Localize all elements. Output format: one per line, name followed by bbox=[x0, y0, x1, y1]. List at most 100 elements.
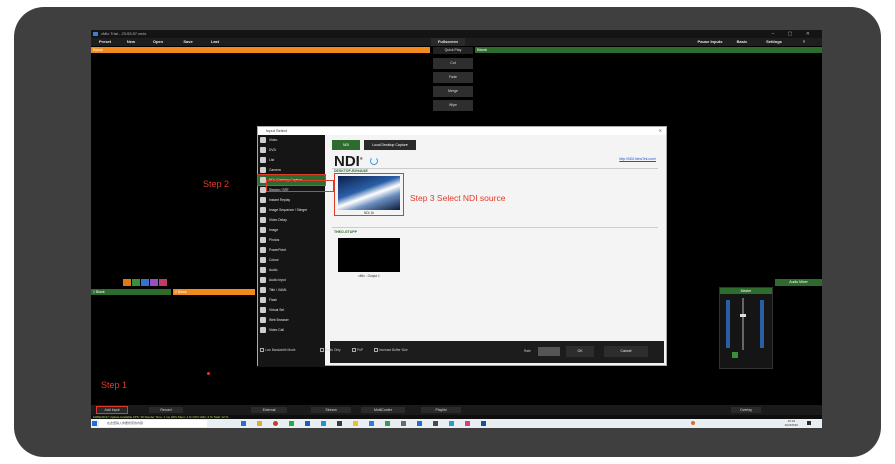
add-input-button[interactable]: Add Input bbox=[96, 406, 128, 414]
input-type-video-call[interactable]: Video Call bbox=[258, 325, 325, 335]
master-audio-channel: Master bbox=[719, 287, 773, 369]
menu-fullscreen[interactable]: Fullscreen bbox=[431, 38, 465, 46]
input-type-photos[interactable]: Photos bbox=[258, 235, 325, 245]
input-type-instant-replay[interactable]: Instant Replay bbox=[258, 195, 325, 205]
taskbar-app-icon[interactable] bbox=[433, 421, 438, 426]
menu-save[interactable]: Save bbox=[177, 38, 199, 46]
taskbar-app-icon[interactable] bbox=[385, 421, 390, 426]
ndi-source-thumbnail-2[interactable] bbox=[338, 238, 400, 272]
menu-last[interactable]: Last bbox=[205, 38, 225, 46]
stream-button[interactable]: Stream bbox=[311, 407, 351, 413]
input-type-icon bbox=[260, 277, 266, 283]
input-type-icon bbox=[260, 237, 266, 243]
checkbox-box bbox=[352, 348, 356, 353]
menu-pause-inputs[interactable]: Pause Inputs bbox=[693, 38, 727, 46]
input-type-icon bbox=[260, 327, 266, 333]
input-type-label: Video Delay bbox=[269, 218, 287, 222]
taskbar-app-icon[interactable] bbox=[417, 421, 422, 426]
input-type-title-xaml[interactable]: Title / XAML bbox=[258, 285, 325, 295]
input-type-colour[interactable]: Colour bbox=[258, 255, 325, 265]
input-type-video-delay[interactable]: Video Delay bbox=[258, 215, 325, 225]
input-type-virtual-set[interactable]: Virtual Set bbox=[258, 305, 325, 315]
playlist-button[interactable]: Playlist bbox=[421, 407, 461, 413]
taskbar-search-input[interactable]: 在这里输入你要搜索的内容 bbox=[99, 420, 207, 427]
dialog-title: Input Select bbox=[266, 128, 288, 133]
tab-ndi[interactable]: NDI bbox=[332, 140, 360, 150]
input-type-icon bbox=[260, 207, 266, 213]
taskbar-app-icon[interactable] bbox=[305, 421, 310, 426]
menu-bar: Preset New Open Save Last Fullscreen Pau… bbox=[91, 38, 822, 46]
divider bbox=[332, 168, 658, 169]
increase-buffer-checkbox[interactable]: Increase Buffer Size bbox=[374, 348, 408, 353]
input-type-web-browser[interactable]: Web Browser bbox=[258, 315, 325, 325]
taskbar-app-icon[interactable] bbox=[289, 421, 294, 426]
input-type-image-sequence-stinger[interactable]: Image Sequence / Stinger bbox=[258, 205, 325, 215]
quick-play-button[interactable]: Quick Play bbox=[433, 47, 473, 54]
input-type-list[interactable]: List bbox=[258, 155, 325, 165]
input-type-audio-input[interactable]: Audio Input bbox=[258, 275, 325, 285]
taskbar-app-icon[interactable] bbox=[369, 421, 374, 426]
taskbar-app-icon[interactable] bbox=[257, 421, 262, 426]
input-1-header[interactable]: 1 Blank bbox=[91, 289, 171, 295]
input-type-icon bbox=[260, 287, 266, 293]
fade-button[interactable]: Fade bbox=[433, 72, 473, 83]
cut-button[interactable]: Cut bbox=[433, 58, 473, 69]
taskbar-app-icon[interactable] bbox=[465, 421, 470, 426]
taskbar-app-icon[interactable] bbox=[353, 421, 358, 426]
menu-settings[interactable]: Settings bbox=[759, 38, 789, 46]
taskbar-app-icon[interactable] bbox=[321, 421, 326, 426]
color-swatch-blue[interactable] bbox=[141, 279, 149, 286]
input-type-label: Video Call bbox=[269, 328, 284, 332]
taskbar-app-icon[interactable] bbox=[241, 421, 246, 426]
input-type-dvd[interactable]: DVD bbox=[258, 145, 325, 155]
menu-help[interactable]: ? bbox=[799, 38, 809, 46]
window-controls[interactable]: – ▢ ✕ bbox=[772, 30, 816, 38]
external-button[interactable]: External bbox=[251, 407, 287, 413]
notification-icon[interactable] bbox=[807, 421, 811, 425]
taskbar-app-icon[interactable] bbox=[273, 421, 278, 426]
preview-header: Blank bbox=[91, 47, 430, 53]
color-swatch-pink[interactable] bbox=[159, 279, 167, 286]
ok-button[interactable]: OK bbox=[566, 346, 594, 357]
input-type-camera[interactable]: Camera bbox=[258, 165, 325, 175]
taskbar-app-icon[interactable] bbox=[337, 421, 342, 426]
rate-select[interactable] bbox=[538, 347, 560, 356]
input-type-label: Colour bbox=[269, 258, 279, 262]
dialog-close-icon[interactable]: ✕ bbox=[659, 127, 662, 135]
input-2-header[interactable]: 2 Blank bbox=[173, 289, 255, 295]
input-type-icon bbox=[260, 247, 266, 253]
low-bandwidth-checkbox[interactable]: Low Bandwidth Mode bbox=[260, 348, 295, 353]
merge-button[interactable]: Merge bbox=[433, 86, 473, 97]
input-type-audio[interactable]: Audio bbox=[258, 265, 325, 275]
ndi-website-link[interactable]: http://NDI.NewTek.com/ bbox=[619, 157, 656, 161]
pnp-checkbox[interactable]: PnP bbox=[352, 348, 363, 353]
recording-dot bbox=[207, 372, 210, 375]
record-button[interactable]: Record bbox=[149, 407, 183, 413]
menu-preset[interactable]: Preset bbox=[93, 38, 117, 46]
master-mute-toggle[interactable] bbox=[732, 352, 738, 358]
windows-start-icon[interactable] bbox=[92, 421, 97, 426]
cancel-button[interactable]: Cancel bbox=[604, 346, 648, 357]
taskbar-app-icon[interactable] bbox=[449, 421, 454, 426]
audio-mixer-header[interactable]: Audio Mixer bbox=[775, 279, 822, 286]
input-type-powerpoint[interactable]: PowerPoint bbox=[258, 245, 325, 255]
input-type-video[interactable]: Video bbox=[258, 135, 325, 145]
tray-icon[interactable] bbox=[691, 421, 695, 425]
input-type-flash[interactable]: Flash bbox=[258, 295, 325, 305]
menu-basic[interactable]: Basic bbox=[731, 38, 753, 46]
taskbar-app-icon[interactable] bbox=[401, 421, 406, 426]
color-swatch-orange[interactable] bbox=[123, 279, 131, 286]
master-fader-handle[interactable] bbox=[740, 314, 746, 317]
color-swatch-green[interactable] bbox=[132, 279, 140, 286]
vmix-app-icon bbox=[93, 32, 98, 36]
tab-local-desktop-capture[interactable]: Local Desktop Capture bbox=[364, 140, 416, 150]
color-swatch-purple[interactable] bbox=[150, 279, 158, 286]
taskbar-app-icon[interactable] bbox=[481, 421, 486, 426]
input-type-image[interactable]: Image bbox=[258, 225, 325, 235]
multicorder-button[interactable]: MultiCorder bbox=[361, 407, 405, 413]
wipe-button[interactable]: Wipe bbox=[433, 100, 473, 111]
overlay-button[interactable]: Overlay bbox=[731, 407, 761, 413]
audio-only-checkbox[interactable]: Audio Only bbox=[320, 348, 341, 353]
menu-open[interactable]: Open bbox=[147, 38, 169, 46]
menu-new[interactable]: New bbox=[121, 38, 141, 46]
